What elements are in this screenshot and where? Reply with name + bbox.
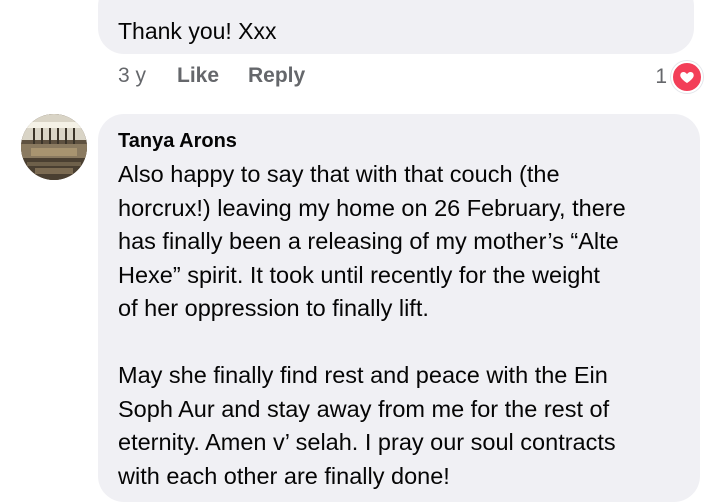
comment-line: Hexe” spirit. It took until recently for… (118, 261, 600, 288)
comment-bubble: Tanya Arons Also happy to say that with … (98, 114, 700, 502)
previous-comment-actions: 3 y Like Reply 1 (118, 61, 703, 93)
comment-line: May she finally find rest and peace with… (118, 362, 608, 388)
paragraph-break (118, 326, 688, 360)
reply-button[interactable]: Reply (248, 64, 305, 88)
comment-body: Also happy to say that with that couch (… (118, 158, 688, 493)
previous-comment-text: Thank you! Xxx (118, 18, 277, 44)
comment-line: has finally been a releasing of my mothe… (118, 228, 619, 254)
avatar-photo (21, 114, 87, 180)
comment-line: with each other are finally done! (118, 462, 450, 489)
comment-author[interactable]: Tanya Arons (118, 130, 237, 153)
previous-comment-bubble: Thank you! Xxx (98, 0, 694, 54)
comment-line: horcrux!) leaving my home on 26 February… (118, 194, 626, 221)
like-button[interactable]: Like (177, 64, 219, 88)
avatar[interactable] (21, 114, 87, 180)
heart-icon (671, 61, 703, 93)
comment-line: of her oppression to finally lift. (118, 295, 429, 321)
comment-line: eternity. Amen v’ selah. I pray our soul… (118, 429, 616, 455)
reaction-count: 1 (655, 65, 667, 88)
comment-line: Also happy to say that with that couch (… (118, 161, 560, 187)
comment-line: Soph Aur and stay away from me for the r… (118, 395, 610, 422)
reaction-summary[interactable]: 1 (655, 61, 703, 93)
comment-timestamp[interactable]: 3 y (118, 64, 146, 88)
